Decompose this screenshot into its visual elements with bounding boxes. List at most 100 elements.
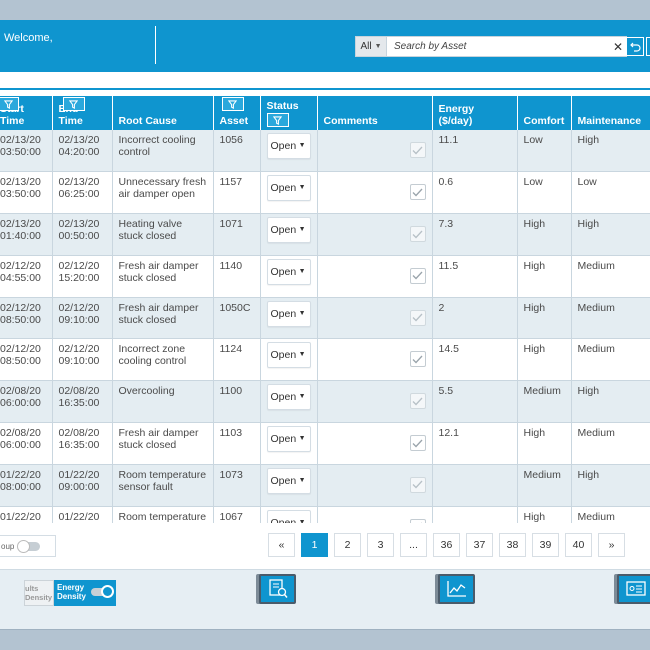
asset-cell: 1124 bbox=[213, 338, 261, 382]
asset-cell: 1073 bbox=[213, 464, 261, 507]
report-search-button[interactable] bbox=[259, 574, 296, 604]
page-button[interactable]: 37 bbox=[466, 533, 493, 557]
asset-cell: 1140 bbox=[213, 255, 261, 298]
page-button[interactable]: 1 bbox=[301, 533, 328, 557]
table-row[interactable]: 01/22/20 01/22/20 Room temperature 1067 Open… bbox=[0, 506, 650, 523]
table-row[interactable]: 02/08/20 06:00:00 02/08/20 16:35:00 Fresh ai… bbox=[0, 422, 650, 465]
asset-cell: 1103 bbox=[213, 422, 261, 465]
comments-cell[interactable] bbox=[317, 171, 433, 215]
page-button[interactable]: 39 bbox=[532, 533, 559, 557]
toggle-switch[interactable] bbox=[17, 539, 41, 553]
prev-page-button[interactable]: « bbox=[268, 533, 295, 557]
column-header-comfort[interactable]: Comfort bbox=[517, 96, 572, 130]
table-row[interactable]: 02/13/20 01:40:00 02/13/20 00:50:00 Heating … bbox=[0, 213, 650, 256]
page-ellipsis[interactable]: ... bbox=[400, 533, 427, 557]
status-cell: Open ▼ bbox=[260, 171, 318, 215]
status-select[interactable]: Open ▼ bbox=[266, 384, 311, 411]
table-header-row: Start Time End Time Root Cause Asset Sta… bbox=[0, 96, 650, 130]
status-select[interactable]: Open ▼ bbox=[266, 175, 311, 202]
status-select[interactable]: Open ▼ bbox=[266, 342, 311, 369]
end-time-cell: 01/22/20 09:00:00 bbox=[52, 464, 113, 507]
trend-chart-button[interactable] bbox=[438, 574, 475, 604]
acknowledge-checkbox[interactable] bbox=[409, 393, 426, 410]
equipment-panel-button[interactable] bbox=[617, 574, 650, 604]
clear-search-icon[interactable]: ✕ bbox=[610, 40, 626, 54]
toolbar-button[interactable] bbox=[646, 37, 650, 56]
filter-icon[interactable] bbox=[266, 113, 289, 127]
acknowledge-checkbox[interactable] bbox=[409, 435, 426, 452]
density-toggle-on[interactable]: Energy Density bbox=[54, 580, 116, 606]
page-button[interactable]: 40 bbox=[565, 533, 592, 557]
group-toggle-label: oup bbox=[1, 541, 15, 551]
next-page-button[interactable]: » bbox=[598, 533, 625, 557]
search-scope-select[interactable]: All ▼ bbox=[356, 37, 387, 56]
page-button[interactable]: 3 bbox=[367, 533, 394, 557]
energy-cell: 5.5 bbox=[432, 380, 518, 424]
table-row[interactable]: 01/22/20 08:00:00 01/22/20 09:00:00 Room tem… bbox=[0, 464, 650, 507]
status-select[interactable]: Open ▼ bbox=[266, 426, 311, 453]
comments-cell[interactable] bbox=[317, 338, 433, 382]
status-select[interactable]: Open ▼ bbox=[266, 467, 311, 494]
filter-icon[interactable] bbox=[0, 97, 19, 111]
start-time-cell: 02/08/20 06:00:00 bbox=[0, 422, 53, 465]
energy-cell: 2 bbox=[432, 297, 518, 340]
column-header-root-cause[interactable]: Root Cause bbox=[112, 96, 214, 130]
page-button[interactable]: 36 bbox=[433, 533, 460, 557]
status-select[interactable]: Open ▼ bbox=[266, 300, 311, 327]
group-toggle[interactable]: oup bbox=[0, 535, 56, 557]
acknowledge-checkbox[interactable] bbox=[409, 267, 426, 284]
maintenance-cell: Medium bbox=[571, 506, 650, 523]
trend-chart-icon bbox=[446, 581, 466, 597]
status-cell: Open ▼ bbox=[260, 380, 318, 424]
filter-icon[interactable] bbox=[221, 97, 244, 111]
acknowledge-checkbox[interactable] bbox=[409, 351, 426, 368]
acknowledge-checkbox[interactable] bbox=[409, 184, 426, 201]
filter-icon[interactable] bbox=[62, 97, 85, 111]
table-row[interactable]: 02/12/20 08:50:00 02/12/20 09:10:00 Fresh ai… bbox=[0, 297, 650, 340]
end-time-cell: 02/08/20 16:35:00 bbox=[52, 422, 113, 465]
column-header-comments[interactable]: Comments bbox=[317, 96, 433, 130]
table-row[interactable]: 02/12/20 08:50:00 02/12/20 09:10:00 Incorrec… bbox=[0, 338, 650, 382]
chevron-down-icon: ▼ bbox=[298, 393, 306, 401]
acknowledge-checkbox[interactable] bbox=[409, 476, 426, 493]
comments-cell[interactable] bbox=[317, 464, 433, 507]
status-select[interactable]: Open ▼ bbox=[266, 258, 311, 285]
comfort-cell: Low bbox=[517, 130, 572, 173]
acknowledge-checkbox[interactable] bbox=[409, 142, 426, 158]
comments-cell[interactable] bbox=[317, 506, 433, 523]
status-select[interactable]: Open ▼ bbox=[266, 217, 311, 244]
column-header-maintenance[interactable]: Maintenance bbox=[571, 96, 650, 130]
page-button[interactable]: 2 bbox=[334, 533, 361, 557]
table-footer: oup «1 2 3... 36 37 38 39 40» bbox=[0, 523, 650, 569]
comments-cell[interactable] bbox=[317, 255, 433, 298]
start-time-cell: 02/13/20 03:50:00 bbox=[0, 130, 53, 173]
table-row[interactable]: 02/13/20 03:50:00 02/13/20 04:20:00 Incorrec… bbox=[0, 130, 650, 173]
density-toggle[interactable]: ults Density Energy Density bbox=[24, 580, 116, 606]
column-header-energy[interactable]: Energy ($/day) bbox=[432, 96, 518, 130]
root-cause-cell: Room temperature bbox=[112, 506, 214, 523]
status-select[interactable]: Open ▼ bbox=[266, 509, 311, 523]
table-row[interactable]: 02/13/20 03:50:00 02/13/20 06:25:00 Unnecess… bbox=[0, 171, 650, 215]
comments-cell[interactable] bbox=[317, 130, 433, 173]
acknowledge-checkbox[interactable] bbox=[409, 309, 426, 326]
comments-cell[interactable] bbox=[317, 422, 433, 465]
column-header-status[interactable]: Status bbox=[260, 96, 318, 130]
column-header-asset[interactable]: Asset bbox=[213, 96, 261, 130]
density-toggle-off-label[interactable]: ults Density bbox=[24, 580, 54, 606]
reset-button[interactable] bbox=[626, 37, 644, 56]
table-row[interactable]: 02/12/20 04:55:00 02/12/20 15:20:00 Fresh ai… bbox=[0, 255, 650, 298]
column-header-end-time[interactable]: End Time bbox=[52, 96, 113, 130]
search-input[interactable] bbox=[387, 37, 610, 56]
comments-cell[interactable] bbox=[317, 213, 433, 256]
asset-search: All ▼ ✕ bbox=[355, 36, 627, 57]
status-select[interactable]: Open ▼ bbox=[266, 133, 311, 159]
end-time-cell: 02/12/20 09:10:00 bbox=[52, 297, 113, 340]
comments-cell[interactable] bbox=[317, 380, 433, 424]
column-header-start-time[interactable]: Start Time bbox=[0, 96, 53, 130]
acknowledge-checkbox[interactable] bbox=[409, 226, 426, 243]
status-cell: Open ▼ bbox=[260, 255, 318, 298]
comments-cell[interactable] bbox=[317, 297, 433, 340]
page-button[interactable]: 38 bbox=[499, 533, 526, 557]
maintenance-cell: Medium bbox=[571, 422, 650, 465]
table-row[interactable]: 02/08/20 06:00:00 02/08/20 16:35:00 Overcool… bbox=[0, 380, 650, 424]
